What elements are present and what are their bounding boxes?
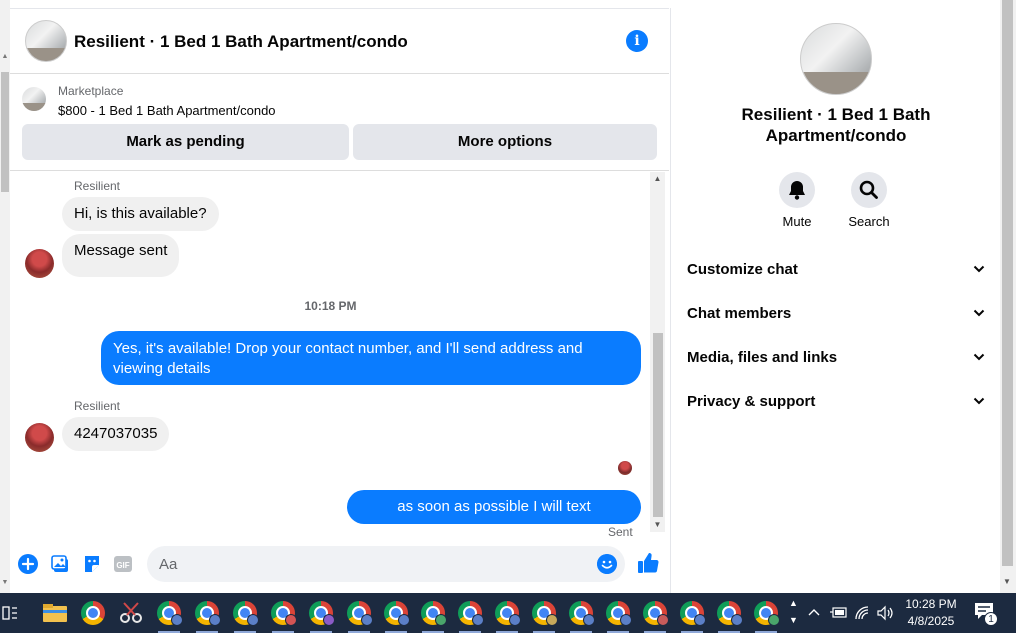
- section-label: Customize chat: [687, 260, 798, 278]
- message-line: viewing details: [113, 360, 211, 377]
- chrome-profile-icon[interactable]: [344, 598, 374, 633]
- chrome-profile-icon[interactable]: [640, 598, 670, 633]
- message-bubble-incoming[interactable]: Message sent: [62, 234, 180, 277]
- chrome-profile-icon[interactable]: [677, 598, 707, 633]
- delivery-status: Sent: [608, 525, 633, 538]
- wifi-icon[interactable]: [854, 605, 870, 621]
- listing-source: Marketplace: [58, 84, 124, 98]
- chrome-profile-icon[interactable]: [192, 598, 222, 633]
- mute-action[interactable]: Mute: [767, 172, 827, 229]
- photo-icon[interactable]: [51, 554, 71, 574]
- chrome-profile-icon[interactable]: [751, 598, 781, 633]
- seen-indicator-avatar: [618, 461, 632, 475]
- chevron-down-icon: [973, 397, 985, 405]
- snipping-tool-icon[interactable]: [116, 598, 146, 628]
- task-view-icon[interactable]: [2, 605, 18, 621]
- sender-avatar[interactable]: [25, 423, 54, 452]
- scroll-down-arrow[interactable]: ▼: [1, 578, 9, 588]
- chrome-profile-icon[interactable]: [306, 598, 336, 633]
- chrome-profile-icon[interactable]: [455, 598, 485, 633]
- listing-price-title[interactable]: $800 - 1 Bed 1 Bath Apartment/condo: [58, 103, 276, 118]
- search-label: Search: [848, 214, 890, 229]
- section-label: Privacy & support: [687, 392, 816, 410]
- chevron-up-icon[interactable]: [808, 607, 820, 617]
- windows-taskbar: ▲ ▼ 10:28 PM 4/8/2025 1: [0, 593, 1016, 633]
- mute-label: Mute: [782, 214, 812, 229]
- message-composer: GIF: [10, 544, 669, 584]
- section-chat-members[interactable]: Chat members: [687, 293, 985, 333]
- timestamp-separator: 10:18 PM: [304, 299, 357, 313]
- sticker-icon[interactable]: [82, 554, 102, 574]
- like-icon[interactable]: [637, 552, 659, 574]
- chevron-down-icon: [973, 309, 985, 317]
- section-label: Media, files and links: [687, 348, 838, 366]
- search-icon[interactable]: [851, 172, 887, 208]
- taskbar-scroll-arrows[interactable]: ▲ ▼: [789, 595, 798, 629]
- info-icon[interactable]: i: [626, 30, 648, 52]
- section-label: Chat members: [687, 304, 792, 322]
- message-bubble-incoming[interactable]: 4247037035: [62, 417, 170, 451]
- chrome-icon[interactable]: [78, 598, 108, 628]
- chrome-profile-icon[interactable]: [603, 598, 633, 633]
- chrome-profile-icon[interactable]: [492, 598, 522, 633]
- chrome-profile-icon[interactable]: [529, 598, 559, 633]
- chrome-profile-icon[interactable]: [381, 598, 411, 633]
- conversation-info-panel: Resilient · 1 Bed 1 Bath Apartment/condo…: [670, 8, 1000, 593]
- notification-center-icon[interactable]: 1: [974, 602, 998, 626]
- chat-panel: Resilient · 1 Bed 1 Bath Apartment/condo…: [10, 8, 669, 593]
- sender-avatar[interactable]: [25, 249, 54, 278]
- scroll-up-arrow[interactable]: ▲: [1, 52, 9, 62]
- marketplace-listing-bar: Marketplace $800 - 1 Bed 1 Bath Apartmen…: [10, 75, 669, 171]
- chrome-profile-icon[interactable]: [714, 598, 744, 633]
- page-scrollbar[interactable]: ▲ ▼: [0, 0, 10, 593]
- plus-icon[interactable]: [18, 554, 38, 574]
- message-bubble-outgoing[interactable]: Yes, it's available! Drop your contact n…: [101, 331, 641, 385]
- scroll-down-arrow[interactable]: ▼: [1003, 577, 1011, 586]
- chevron-down-icon: [973, 265, 985, 273]
- chrome-profile-icon[interactable]: [268, 598, 298, 633]
- scroll-down-arrow[interactable]: ▼: [652, 520, 663, 529]
- listing-avatar[interactable]: [25, 20, 67, 62]
- clock-date: 4/8/2025: [907, 614, 955, 628]
- section-privacy-support[interactable]: Privacy & support: [687, 381, 985, 421]
- more-options-button[interactable]: More options: [353, 124, 657, 160]
- message-bubble-incoming[interactable]: Hi, is this available?: [62, 197, 219, 231]
- message-sender-name: Resilient: [74, 179, 121, 193]
- clock-time: 10:28 PM: [905, 597, 957, 611]
- message-bubble-outgoing[interactable]: as soon as possible I will text you..Tha…: [347, 490, 641, 538]
- chrome-profile-icon[interactable]: [566, 598, 596, 633]
- battery-icon[interactable]: [830, 605, 848, 619]
- scrollbar-thumb[interactable]: [653, 333, 663, 517]
- scrollbar-thumb[interactable]: [1002, 0, 1013, 566]
- system-clock[interactable]: 10:28 PM 4/8/2025: [900, 596, 962, 630]
- section-media-files-links[interactable]: Media, files and links: [687, 337, 985, 377]
- conversation-title: Resilient · 1 Bed 1 Bath Apartment/condo: [741, 105, 931, 145]
- emoji-icon[interactable]: [597, 554, 617, 574]
- svg-text:GIF: GIF: [116, 561, 129, 570]
- message-input[interactable]: [147, 546, 625, 582]
- mark-as-pending-button[interactable]: Mark as pending: [22, 124, 349, 160]
- message-sender-name: Resilient: [74, 399, 121, 413]
- message-list: Resilient Hi, is this available? Message…: [10, 172, 669, 538]
- message-line: Yes, it's available! Drop your contact n…: [113, 340, 583, 357]
- conversation-avatar[interactable]: [800, 23, 872, 95]
- scroll-up-arrow[interactable]: ▲: [652, 174, 663, 183]
- file-explorer-icon[interactable]: [40, 598, 70, 628]
- listing-thumbnail[interactable]: [22, 87, 46, 111]
- chevron-down-icon: [973, 353, 985, 361]
- chrome-profile-icon[interactable]: [230, 598, 260, 633]
- gif-icon[interactable]: GIF: [113, 554, 133, 574]
- bell-icon[interactable]: [779, 172, 815, 208]
- chat-header: Resilient · 1 Bed 1 Bath Apartment/condo…: [10, 9, 669, 74]
- chat-title[interactable]: Resilient · 1 Bed 1 Bath Apartment/condo: [74, 32, 408, 52]
- message-scrollbar[interactable]: ▲ ▼: [650, 172, 665, 532]
- volume-icon[interactable]: [876, 605, 894, 621]
- notification-count-badge: 1: [984, 612, 998, 626]
- chrome-profile-icon[interactable]: [154, 598, 184, 633]
- scrollbar-thumb[interactable]: [1, 72, 9, 192]
- section-customize-chat[interactable]: Customize chat: [687, 249, 985, 289]
- window-scrollbar[interactable]: ▼: [1000, 0, 1016, 593]
- search-action[interactable]: Search: [839, 172, 899, 229]
- chrome-profile-icon[interactable]: [418, 598, 448, 633]
